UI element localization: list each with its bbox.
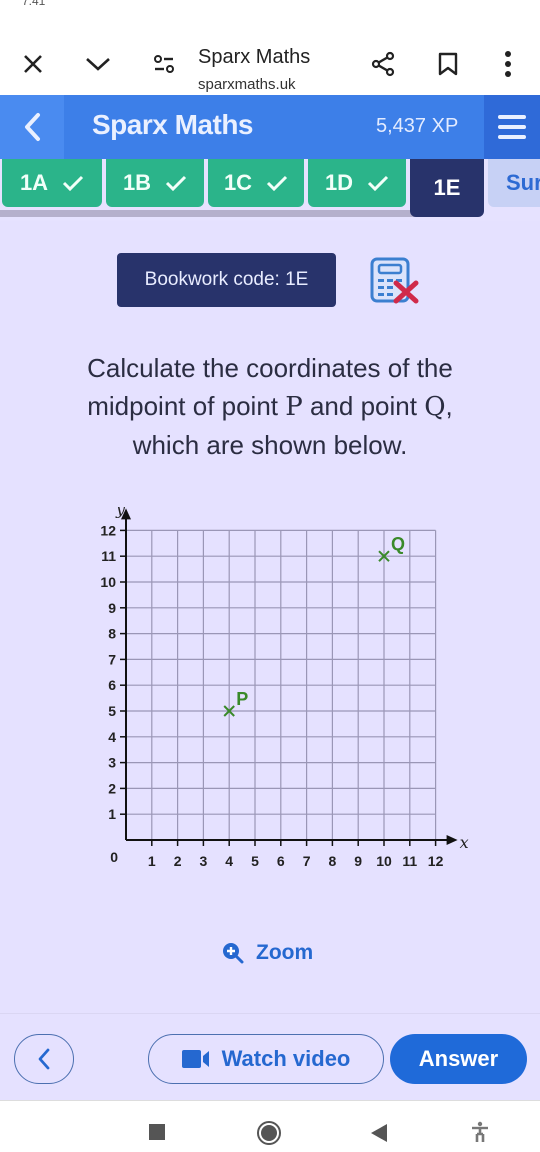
bookwork-code: Bookwork code: 1E: [117, 253, 336, 307]
tab-summary[interactable]: Sur: [488, 159, 540, 207]
tab-label: Sur: [506, 170, 540, 195]
y-tick-label: 4: [108, 729, 116, 745]
question-line-2: midpoint of point P and point Q,: [30, 387, 510, 426]
point-p-label: P: [285, 392, 303, 422]
browser-url[interactable]: sparxmaths.uk: [198, 76, 296, 93]
question-text-fragment: and point: [302, 391, 425, 421]
point-label-p: P: [236, 689, 248, 709]
zoom-in-icon: [223, 943, 244, 964]
android-nav-bar: [0, 1100, 540, 1152]
x-tick-label: 2: [174, 853, 182, 869]
tab-1b[interactable]: 1B: [106, 159, 204, 207]
check-icon: [63, 175, 84, 191]
x-tick-label: 10: [376, 853, 392, 869]
tab-label: 1C: [223, 170, 253, 195]
browser-toolbar: Sparx Maths sparxmaths.uk: [0, 14, 540, 94]
share-icon[interactable]: [367, 48, 399, 80]
close-icon[interactable]: [17, 48, 49, 80]
video-camera-icon: [181, 1050, 209, 1068]
square-icon: [149, 1124, 165, 1140]
coordinate-grid-chart: 1 2 3 4 5 6 7 8 9 10 11 121234567891011120xyPQ: [100, 507, 469, 869]
previous-button[interactable]: [14, 1034, 74, 1084]
app-header: Sparx Maths 5,437 XP: [0, 95, 540, 159]
status-bar: 7:41: [0, 0, 540, 14]
answer-label: Answer: [418, 1046, 499, 1071]
point-label-q: Q: [391, 534, 405, 554]
x-tick-label: 8: [329, 853, 337, 869]
y-tick-label: 5: [108, 703, 116, 719]
question-line-1: Calculate the coordinates of the: [87, 353, 453, 383]
app-title: Sparx Maths: [92, 109, 254, 140]
origin-label: 0: [110, 849, 118, 865]
chevron-down-icon[interactable]: [82, 48, 114, 80]
tabs-underline: [0, 210, 470, 217]
home-button[interactable]: [256, 1120, 282, 1146]
y-axis-label: y: [115, 507, 126, 518]
y-tick-label: 1: [108, 806, 116, 822]
y-tick-label: 8: [108, 626, 116, 642]
tab-label: 1B: [122, 170, 152, 195]
watch-video-button[interactable]: Watch video: [148, 1034, 384, 1084]
more-vert-icon[interactable]: [492, 48, 524, 80]
y-tick-label: 11: [101, 548, 116, 564]
tab-1c[interactable]: 1C: [208, 159, 304, 207]
question-area: Bookwork code: 1E Calculate the coordina…: [0, 221, 540, 1013]
y-tick-label: 7: [108, 651, 116, 667]
back-nav-button[interactable]: [370, 1123, 388, 1143]
y-tick-label: 3: [108, 755, 116, 771]
calculator-not-allowed-icon: [370, 257, 420, 305]
x-axis-label: x: [460, 833, 469, 852]
chevron-left-icon: [25, 113, 40, 141]
menu-button[interactable]: [484, 95, 540, 159]
tab-1d[interactable]: 1D: [308, 159, 406, 207]
bookmark-icon[interactable]: [432, 48, 464, 80]
back-button[interactable]: [0, 95, 64, 159]
tab-1a[interactable]: 1A: [2, 159, 102, 207]
question-line-3: which are shown below.: [132, 430, 408, 460]
tab-label: 1A: [19, 170, 49, 195]
y-tick-label: 10: [100, 574, 116, 590]
status-time: 7:41: [22, 0, 46, 8]
zoom-button[interactable]: Zoom: [222, 941, 313, 965]
y-tick-label: 12: [100, 522, 116, 538]
x-tick-label: 9: [354, 853, 362, 869]
question-text-fragment: midpoint of point: [87, 391, 286, 421]
y-tick-label: 2: [108, 780, 116, 796]
check-icon: [166, 175, 187, 191]
accessibility-button[interactable]: [470, 1121, 490, 1143]
footer-actions: Watch video Answer: [0, 1013, 540, 1100]
xp-counter: 5,437 XP: [376, 115, 459, 137]
browser-page-title: Sparx Maths: [198, 46, 311, 68]
recent-apps-button[interactable]: [148, 1123, 166, 1141]
task-tabs: 1A 1B 1C 1D 1E Sur: [0, 159, 540, 221]
site-settings-icon[interactable]: [148, 48, 180, 80]
accessibility-icon: [472, 1121, 488, 1142]
tab-label: 1D: [324, 170, 354, 195]
y-tick-label: 9: [108, 600, 116, 616]
x-tick-label: 7: [303, 853, 311, 869]
x-tick-label: 12: [428, 853, 444, 869]
check-icon: [267, 175, 288, 191]
x-tick-label: 5: [251, 853, 259, 869]
tab-label: 1E: [433, 175, 461, 200]
question-text-fragment: ,: [445, 391, 453, 421]
answer-button[interactable]: Answer: [390, 1034, 527, 1084]
x-axis-arrow: [446, 835, 458, 845]
x-tick-label: 4: [225, 853, 233, 869]
tab-1e[interactable]: 1E: [410, 159, 484, 217]
triangle-back-icon: [371, 1124, 387, 1142]
question-text: Calculate the coordinates of the midpoin…: [30, 349, 510, 464]
y-tick-label: 6: [108, 677, 116, 693]
x-tick-label: 6: [277, 853, 285, 869]
check-icon: [368, 175, 389, 191]
zoom-label: Zoom: [256, 941, 314, 964]
circle-home-icon: [257, 1121, 281, 1145]
x-tick-label: 1: [148, 853, 156, 869]
hamburger-menu-icon: [498, 115, 526, 139]
chevron-left-icon: [38, 1048, 50, 1070]
point-q-label: Q: [424, 392, 446, 422]
x-tick-label: 11: [402, 853, 417, 869]
watch-video-label: Watch video: [221, 1046, 351, 1071]
x-tick-label: 3: [200, 853, 208, 869]
